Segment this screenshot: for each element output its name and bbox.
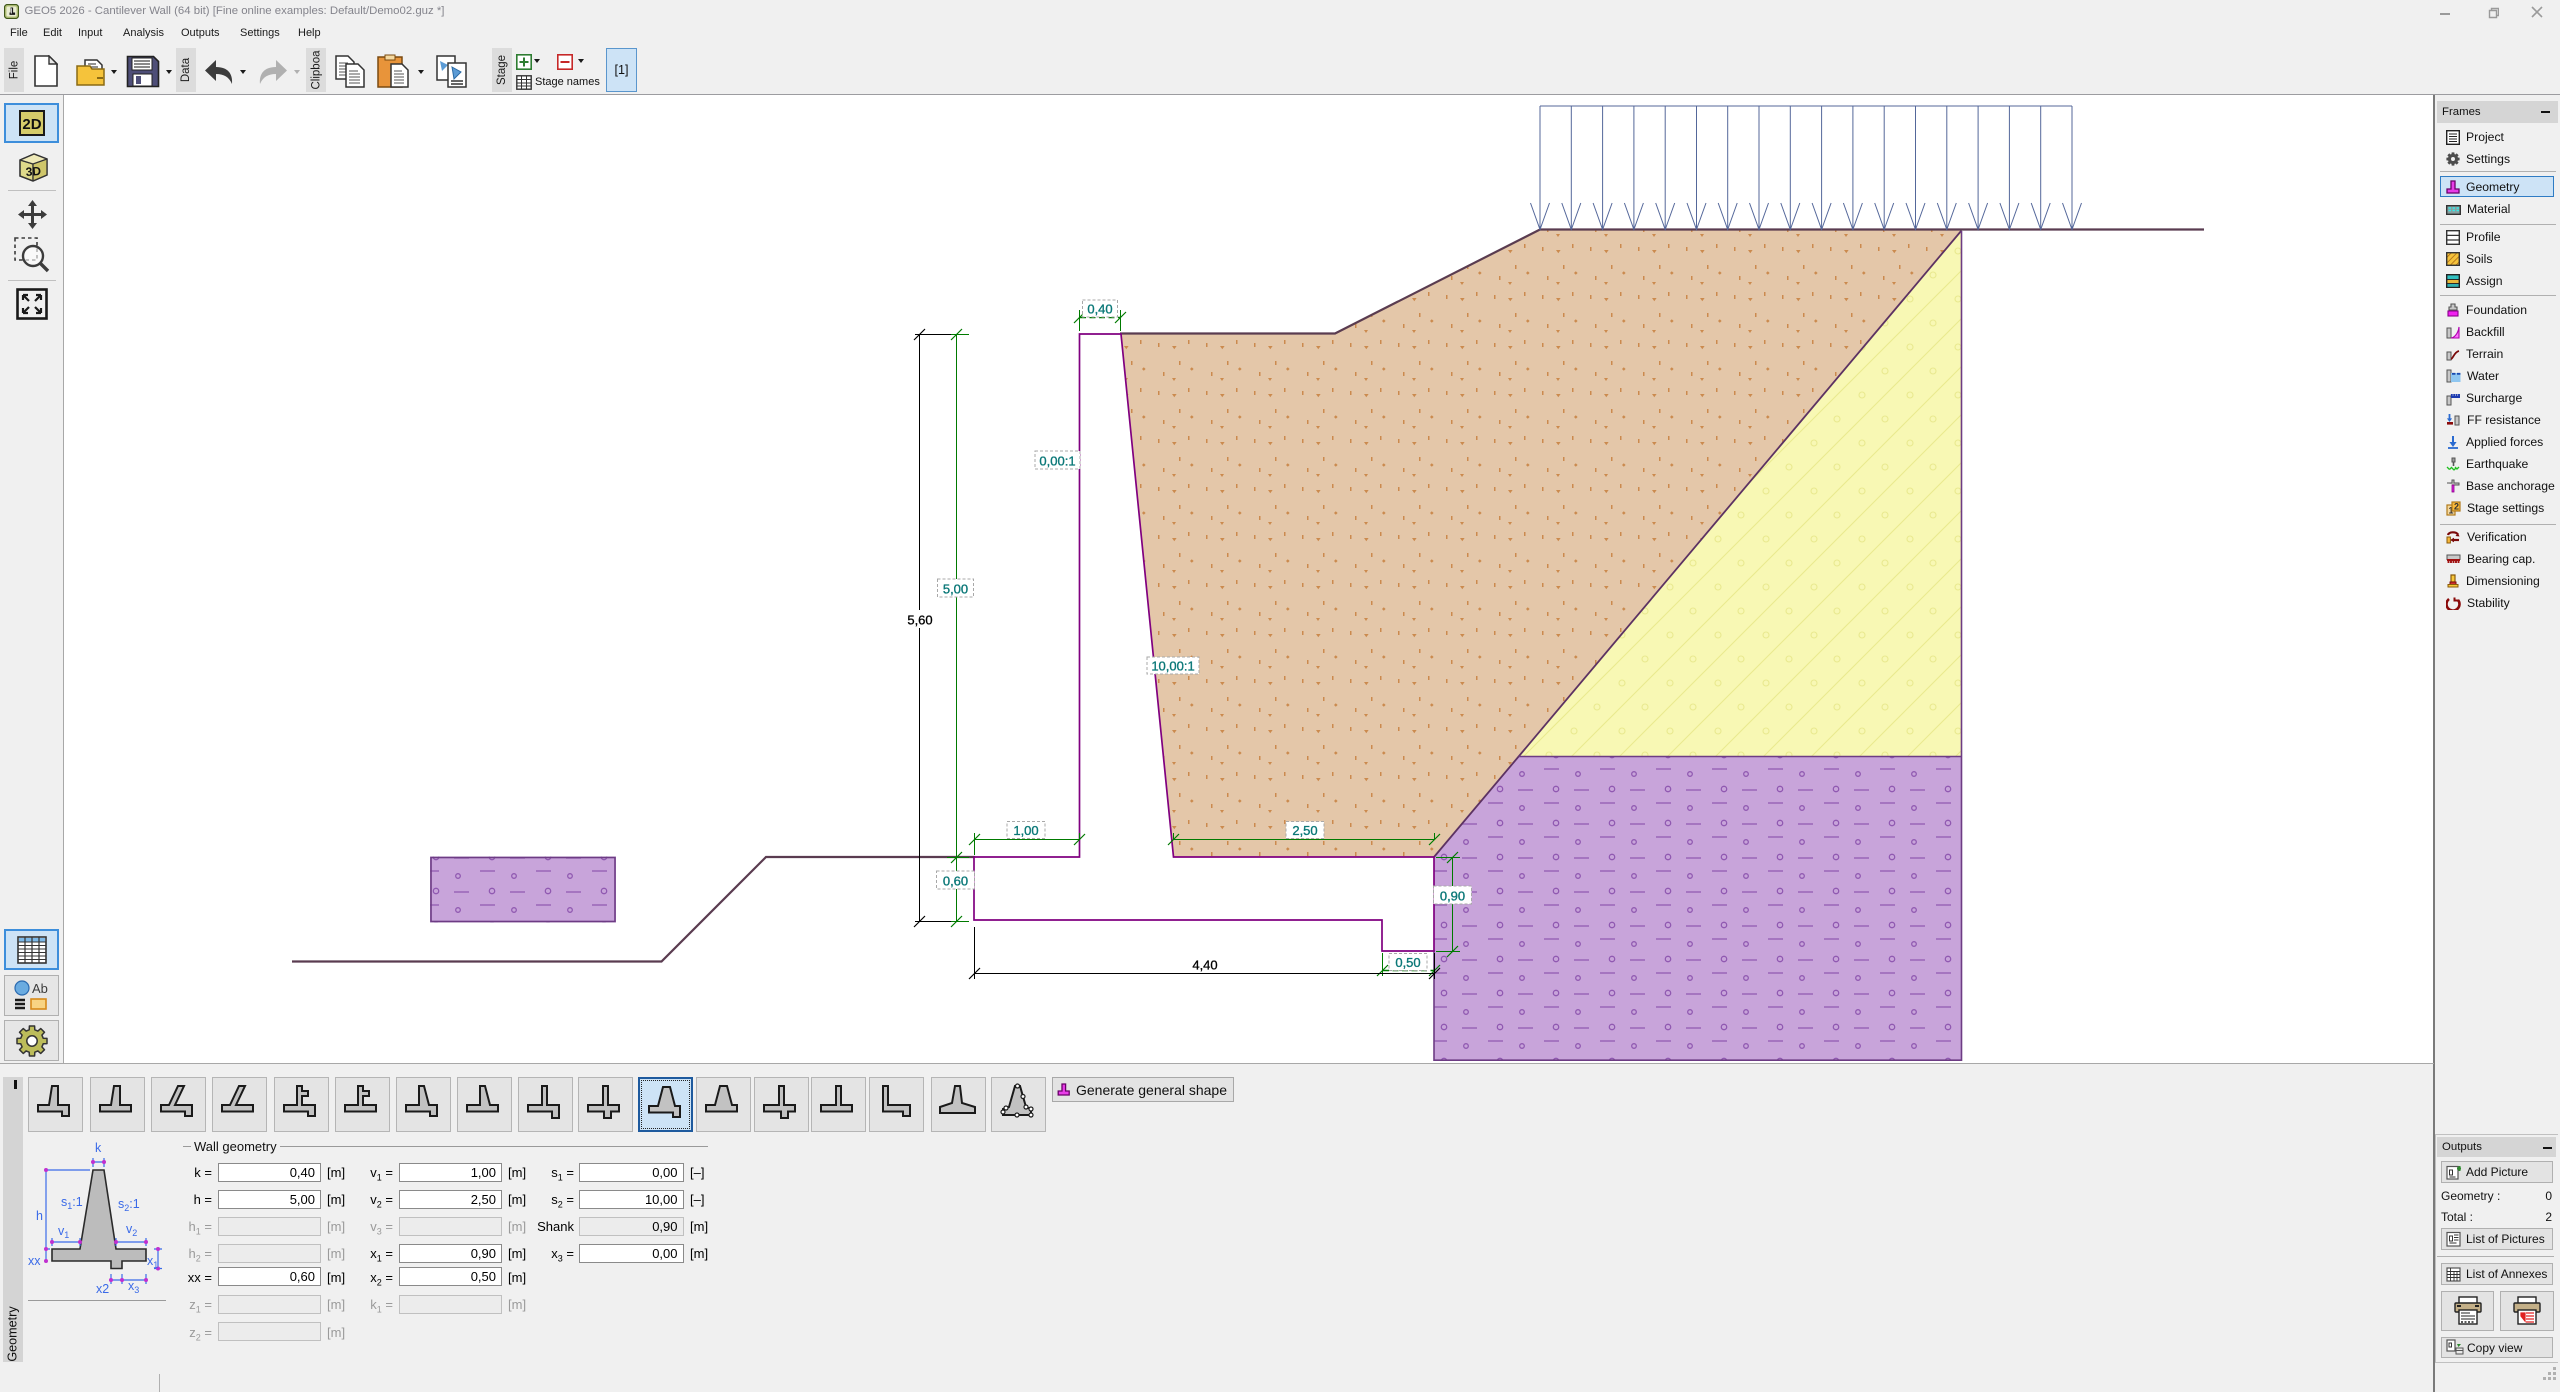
svg-text:v1: v1 (58, 1224, 69, 1240)
svg-text:3D: 3D (25, 164, 42, 179)
svg-text:0,90: 0,90 (1440, 889, 1465, 904)
svg-text:0,50: 0,50 (1395, 955, 1420, 970)
svg-text:1,00: 1,00 (1013, 823, 1038, 838)
svg-text:0,60: 0,60 (943, 874, 968, 889)
svg-text:x1: x1 (147, 1254, 158, 1270)
svg-text:xx: xx (28, 1254, 41, 1268)
svg-text:2: 2 (2454, 501, 2459, 511)
svg-text:5,00: 5,00 (943, 582, 968, 597)
svg-text:10,00:1: 10,00:1 (1151, 659, 1194, 674)
svg-text:s1:1: s1:1 (61, 1195, 83, 1211)
svg-text:0,00:1: 0,00:1 (1039, 454, 1075, 469)
svg-text:k: k (95, 1141, 102, 1155)
svg-text:v2: v2 (126, 1222, 137, 1238)
svg-text:4,40: 4,40 (1192, 958, 1217, 973)
svg-text:2,50: 2,50 (1292, 823, 1317, 838)
svg-text:x2: x2 (96, 1282, 109, 1296)
svg-text:2D: 2D (22, 116, 41, 133)
svg-text:x3: x3 (128, 1279, 139, 1295)
svg-text:0,40: 0,40 (1087, 302, 1112, 317)
svg-text:Ab: Ab (32, 981, 48, 996)
svg-text:s2:1: s2:1 (118, 1197, 140, 1213)
svg-text:5,60: 5,60 (907, 613, 932, 628)
svg-text:h: h (36, 1209, 43, 1223)
